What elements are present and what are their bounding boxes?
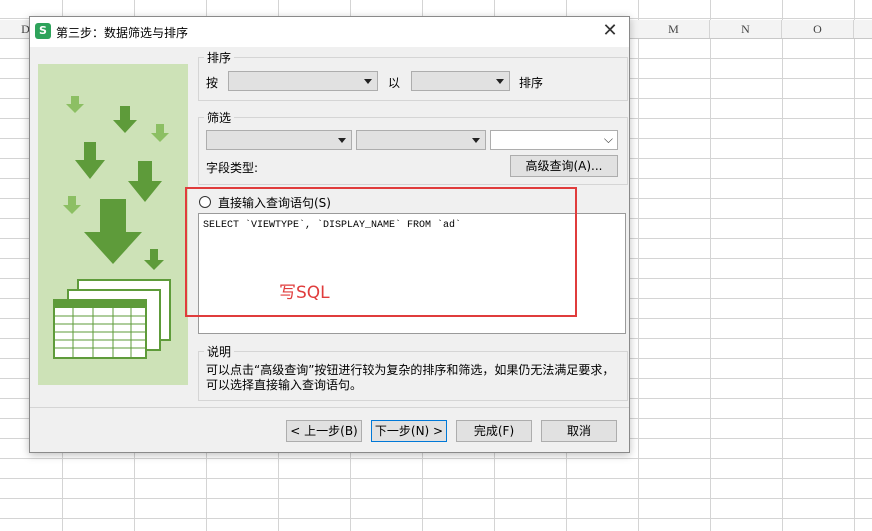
download-arrows-icon (53, 96, 171, 359)
column-header-n[interactable]: N (710, 20, 782, 38)
sort-by-label: 按 (206, 76, 219, 90)
sort-with-label: 以 (388, 76, 401, 90)
dialog-titlebar: S 第三步：数据筛选与排序 ✕ (30, 17, 629, 47)
filter-field-select[interactable] (206, 130, 352, 150)
sort-suffix-label: 排序 (519, 76, 544, 90)
advanced-query-button[interactable]: 高级查询(A)... (510, 155, 618, 177)
finish-button[interactable]: 完成(F) (456, 420, 532, 442)
column-header-o[interactable]: O (782, 20, 854, 38)
wizard-illustration (38, 64, 188, 385)
dropdown-arrow-icon (364, 79, 372, 84)
description-text: 可以点击“高级查询”按钮进行较为复杂的排序和筛选，如果仍无法满足要求，可以选择直… (206, 363, 615, 392)
app-logo-icon: S (35, 23, 51, 39)
field-type-label: 字段类型: (206, 161, 259, 175)
cancel-button[interactable]: 取消 (541, 420, 617, 442)
chevron-down-icon: ⌵ (603, 132, 613, 146)
dropdown-arrow-icon (338, 138, 346, 143)
close-icon[interactable]: ✕ (599, 20, 621, 42)
sort-field-select[interactable] (228, 71, 378, 91)
dropdown-arrow-icon (472, 138, 480, 143)
filter-value-combobox[interactable]: ⌵ (490, 130, 618, 150)
dropdown-arrow-icon (496, 79, 504, 84)
filter-group-label: 筛选 (207, 111, 232, 125)
column-header-m[interactable]: M (638, 20, 710, 38)
annotation-text: 写SQL (279, 283, 330, 303)
prev-step-button[interactable]: < 上一步(B) (286, 420, 362, 442)
highlight-box (185, 187, 577, 317)
sort-order-select[interactable] (411, 71, 510, 91)
dialog-title: 第三步：数据筛选与排序 (56, 26, 189, 40)
next-step-button[interactable]: 下一步(N) > (371, 420, 447, 442)
filter-operator-select[interactable] (356, 130, 486, 150)
footer-divider (30, 407, 629, 408)
sort-group-label: 排序 (207, 51, 232, 65)
description-group-label: 说明 (207, 345, 232, 359)
